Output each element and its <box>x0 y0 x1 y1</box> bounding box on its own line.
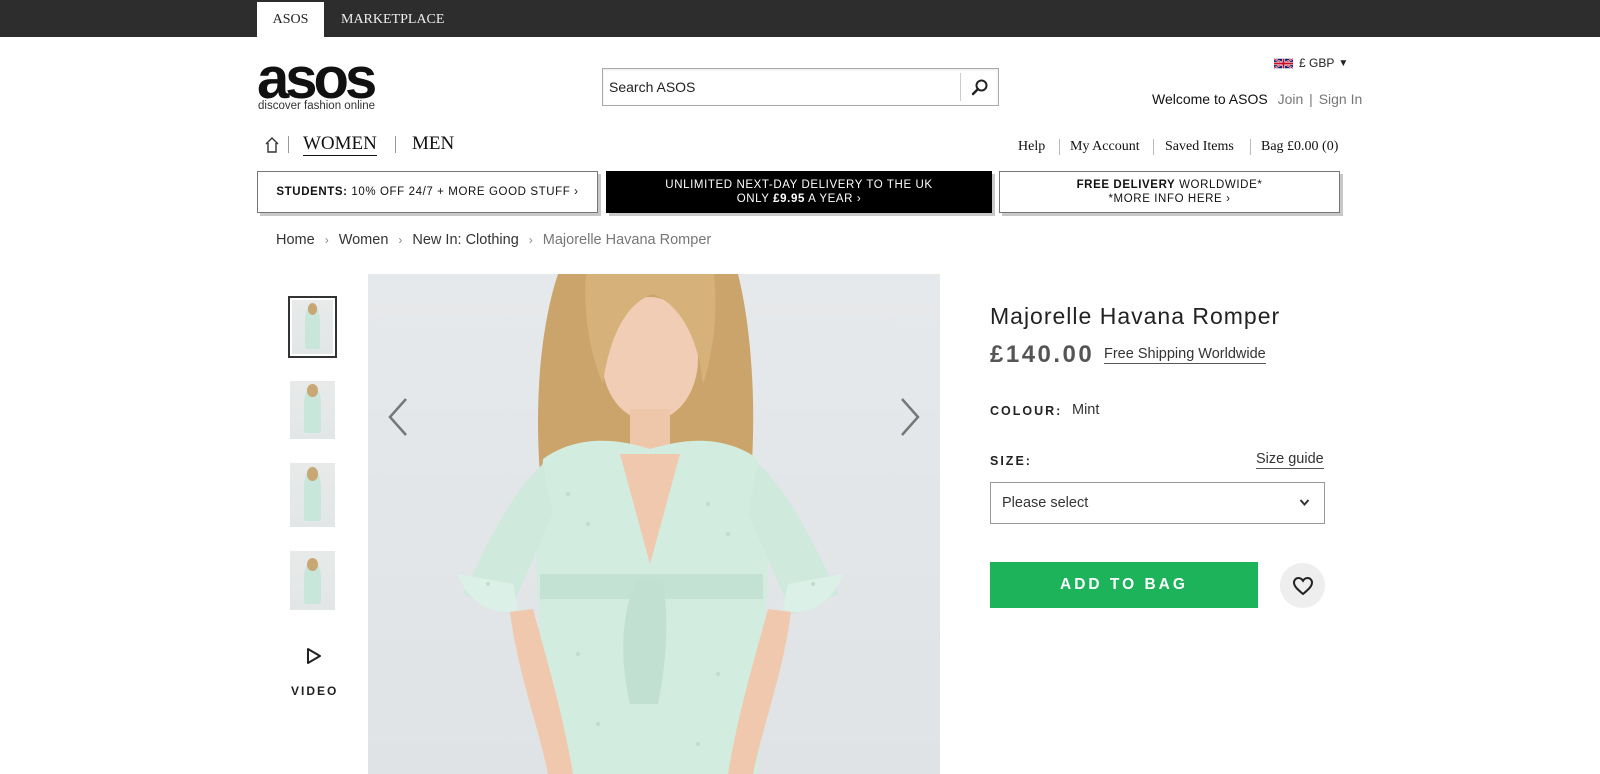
divider <box>395 136 396 153</box>
home-icon[interactable] <box>264 136 280 154</box>
promo-text: A YEAR › <box>804 193 862 205</box>
breadcrumb-current: Majorelle Havana Romper <box>542 232 712 248</box>
heart-icon <box>1292 576 1313 595</box>
breadcrumb-new-in[interactable]: New In: Clothing <box>412 232 518 248</box>
currency-label: £ GBP <box>1299 56 1335 70</box>
size-guide-link[interactable]: Size guide <box>1256 451 1324 469</box>
account-links: Welcome to ASOS Join | Sign In <box>1152 91 1362 107</box>
logo-tagline: discover fashion online <box>258 100 375 112</box>
divider: | <box>1309 91 1313 107</box>
promo-rest: 10% OFF 24/7 + MORE GOOD STUFF › <box>347 186 579 198</box>
help-link[interactable]: Help <box>1018 139 1045 157</box>
promo-line-2: *MORE INFO HERE › <box>1108 193 1231 205</box>
promo-students[interactable]: STUDENTS: 10% OFF 24/7 + MORE GOOD STUFF… <box>257 171 598 213</box>
chevron-right-icon: › <box>324 233 329 247</box>
thumbnail-image <box>292 300 333 354</box>
currency-selector[interactable]: £ GBP ▼ <box>1274 55 1348 71</box>
chevron-down-icon: ▼ <box>1338 57 1349 69</box>
promo-price: £9.95 <box>773 193 805 205</box>
size-select-value: Please select <box>1002 495 1089 511</box>
divider <box>1250 139 1251 155</box>
breadcrumb-home[interactable]: Home <box>276 232 315 248</box>
thumbnail-3[interactable] <box>290 463 335 527</box>
promo-line-1: FREE DELIVERY WORLDWIDE* <box>1077 178 1263 192</box>
product-image[interactable] <box>368 274 940 774</box>
nav-men[interactable]: MEN <box>412 133 454 154</box>
uk-flag-icon <box>1274 57 1293 69</box>
saved-items-link[interactable]: Saved Items <box>1165 139 1234 157</box>
tab-asos[interactable]: ASOS <box>257 2 324 37</box>
chevron-right-icon: › <box>528 233 533 247</box>
promo-bold: FREE DELIVERY <box>1076 179 1176 191</box>
welcome-text: Welcome to ASOS <box>1152 91 1268 107</box>
chevron-right-icon[interactable] <box>898 396 922 438</box>
thumbnail-1[interactable] <box>288 296 337 358</box>
promo-line-2: ONLY £9.95 A YEAR › <box>737 192 862 206</box>
add-to-bag-button[interactable]: ADD TO BAG <box>990 562 1258 608</box>
promo-delivery[interactable]: UNLIMITED NEXT-DAY DELIVERY TO THE UK ON… <box>606 171 992 213</box>
search-input[interactable] <box>603 69 961 105</box>
divider <box>288 136 289 153</box>
product-title: Majorelle Havana Romper <box>990 303 1281 329</box>
my-account-link[interactable]: My Account <box>1070 139 1140 157</box>
colour-value: Mint <box>1072 402 1100 418</box>
promo-text: ONLY <box>736 193 774 205</box>
colour-label: COLOUR: <box>990 404 1063 418</box>
tab-marketplace[interactable]: MARKETPLACE <box>324 2 461 37</box>
sign-in-link[interactable]: Sign In <box>1319 91 1363 107</box>
size-select[interactable]: Please select <box>990 482 1325 524</box>
video-label[interactable]: VIDEO <box>291 684 338 698</box>
search-icon <box>971 79 987 96</box>
save-for-later-button[interactable] <box>1280 563 1325 608</box>
size-label: SIZE: <box>990 454 1032 468</box>
top-bar: ASOS MARKETPLACE <box>0 0 1600 37</box>
chevron-left-icon[interactable] <box>386 396 410 438</box>
promo-free-delivery[interactable]: FREE DELIVERY WORLDWIDE* *MORE INFO HERE… <box>999 171 1340 213</box>
thumbnail-image <box>290 551 335 610</box>
thumbnail-image <box>290 381 335 439</box>
chevron-down-icon <box>1299 499 1310 507</box>
divider <box>1153 139 1154 155</box>
promo-text: STUDENTS: 10% OFF 24/7 + MORE GOOD STUFF… <box>276 185 578 199</box>
thumbnail-image <box>290 463 335 527</box>
thumbnail-4[interactable] <box>290 551 335 610</box>
search-box <box>602 68 999 106</box>
breadcrumb: Home › Women › New In: Clothing › Majore… <box>276 232 711 248</box>
bag-link[interactable]: Bag £0.00 (0) <box>1261 139 1338 157</box>
breadcrumb-women[interactable]: Women <box>339 232 389 248</box>
logo-wordmark: asos <box>257 46 377 111</box>
promo-line-1: UNLIMITED NEXT-DAY DELIVERY TO THE UK <box>665 179 933 191</box>
chevron-right-icon: › <box>398 233 403 247</box>
product-price: £140.00 <box>990 341 1095 368</box>
thumbnail-2[interactable] <box>290 381 335 439</box>
free-shipping-link[interactable]: Free Shipping Worldwide <box>1104 346 1266 364</box>
asos-logo[interactable]: asos discover fashion online <box>257 50 397 115</box>
join-link[interactable]: Join <box>1278 91 1304 107</box>
play-icon[interactable] <box>305 647 323 665</box>
product-photo <box>368 274 940 774</box>
divider <box>1059 139 1060 155</box>
search-button[interactable] <box>960 73 998 101</box>
promo-rest: WORLDWIDE* <box>1175 179 1263 191</box>
promo-bold: STUDENTS: <box>276 186 348 198</box>
nav-women[interactable]: WOMEN <box>303 133 377 156</box>
